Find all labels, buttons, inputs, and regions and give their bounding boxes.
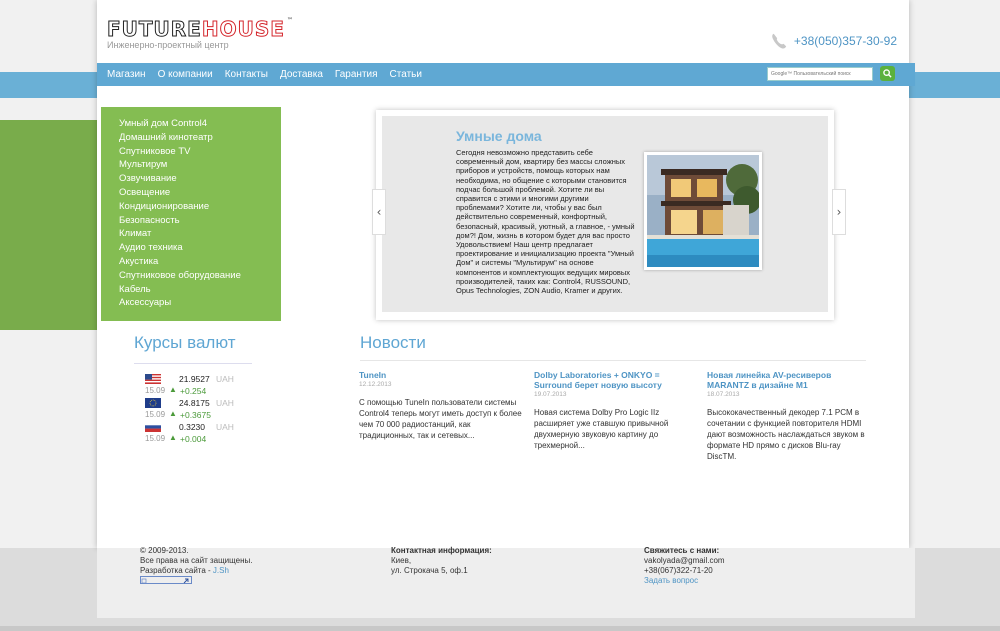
visit-counter[interactable]: [140, 576, 192, 584]
news-body: Новая система Dolby Pro Logic IIz расшир…: [534, 408, 669, 450]
news-headline[interactable]: Новая линейка AV-ресиверов MARANTZ в диз…: [707, 370, 872, 390]
currency-date: 15.09: [145, 434, 166, 443]
logo-house: HOUSE: [201, 17, 285, 42]
category-item[interactable]: Домашний кинотеатр: [119, 131, 281, 145]
currency-unit: UAH: [216, 398, 234, 408]
currency-divider: [134, 363, 252, 364]
category-item[interactable]: Освещение: [119, 186, 281, 200]
contact-address: ул. Строкача 5, оф.1: [391, 566, 468, 575]
currency-title: Курсы валют: [134, 333, 236, 352]
category-item[interactable]: Акустика: [119, 255, 281, 269]
nav-item-contacts[interactable]: Контакты: [225, 69, 268, 80]
category-item[interactable]: Безопасность: [119, 214, 281, 228]
news-item: Dolby Laboratories + ONKYO = Surround бе…: [534, 370, 699, 451]
slide-title[interactable]: Умные дома: [456, 128, 542, 144]
contact-title: Контактная информация:: [391, 546, 492, 555]
currency-date: 15.09: [145, 386, 166, 395]
up-arrow-icon: ▲: [169, 385, 177, 394]
currency-unit: UAH: [216, 422, 234, 432]
category-item[interactable]: Аксессуары: [119, 296, 281, 310]
news-headline[interactable]: Dolby Laboratories + ONKYO = Surround бе…: [534, 370, 699, 390]
ru-flag-icon: [145, 422, 161, 432]
slide: Умные дома Сегодня невозможно представит…: [382, 116, 828, 312]
footer-contact: Контактная информация: Киев, ул. Строкач…: [391, 546, 492, 576]
developer-credit: Разработка сайта - J.Sh: [140, 566, 252, 576]
news-headline[interactable]: TuneIn: [359, 370, 524, 380]
news-date: 12.12.2013: [359, 381, 392, 388]
news-title: Новости: [360, 333, 426, 352]
category-item[interactable]: Озвучивание: [119, 172, 281, 186]
news-date: 19.07.2013: [534, 391, 567, 398]
search-icon: [883, 69, 892, 78]
green-band: [0, 120, 100, 330]
nav-item-warranty[interactable]: Гарантия: [335, 69, 378, 80]
bottom-line: [0, 626, 1000, 631]
category-item[interactable]: Умный дом Control4: [119, 117, 281, 131]
nav-item-articles[interactable]: Статьи: [390, 69, 422, 80]
phone-number: +38(050)357-30-92: [793, 34, 897, 48]
copyright-text: © 2009-2013.: [140, 546, 189, 555]
eu-flag-icon: [145, 398, 161, 408]
currency-delta: +0.3675: [180, 410, 211, 420]
footer-copyright: © 2009-2013. Все права на сайт защищены.…: [140, 546, 252, 587]
developer-prefix: Разработка сайта -: [140, 566, 213, 575]
header-phone: +38(050)357-30-92: [770, 32, 897, 50]
contact-phone: +38(067)322-71-20: [644, 566, 713, 575]
house-photo[interactable]: [644, 152, 762, 270]
slider-prev-button[interactable]: ‹: [372, 189, 386, 235]
house-image: [647, 155, 759, 267]
nav-item-delivery[interactable]: Доставка: [280, 69, 323, 80]
slide-text: Сегодня невозможно представить себе совр…: [456, 148, 635, 296]
logo-text: FUTUREHOUSE ™: [107, 17, 294, 42]
category-item[interactable]: Мультирум: [119, 158, 281, 172]
tagline: Инженерно-проектный центр: [107, 40, 229, 50]
rights-text: Все права на сайт защищены.: [140, 556, 253, 565]
developer-link[interactable]: J.Sh: [213, 566, 229, 575]
up-arrow-icon: ▲: [169, 433, 177, 442]
site-logo[interactable]: FUTUREHOUSE ™: [107, 17, 294, 42]
ask-question-link[interactable]: Задать вопрос: [644, 576, 725, 586]
news-body: Высококачественный декодер 7.1 PCM в соч…: [707, 408, 865, 461]
currency-rate: 21.9527: [179, 374, 210, 384]
category-menu: Умный дом Control4 Домашний кинотеатр Сп…: [101, 107, 281, 321]
category-item[interactable]: Аудио техника: [119, 241, 281, 255]
currency-rate: 24.8175: [179, 398, 210, 408]
logo-future: FUTURE: [107, 17, 202, 42]
currency-unit: UAH: [216, 374, 234, 384]
news-item: TuneIn 12.12.2013 С помощью TuneIn польз…: [359, 370, 524, 441]
footer-connect: Свяжитесь с нами: vakolyada@gmail.com +3…: [644, 546, 725, 586]
category-item[interactable]: Спутниковое TV: [119, 145, 281, 159]
us-flag-icon: [145, 374, 161, 384]
logo-tm: ™: [286, 17, 294, 24]
main-nav: Магазин О компании Контакты Доставка Гар…: [97, 63, 915, 86]
category-item[interactable]: Спутниковое оборудование: [119, 269, 281, 283]
slider-next-button[interactable]: ›: [832, 189, 846, 235]
counter-icon: [141, 578, 189, 584]
currency-delta: +0.004: [180, 434, 207, 444]
up-arrow-icon: ▲: [169, 409, 177, 418]
currency-delta: +0.254: [180, 386, 207, 396]
search-input[interactable]: Google™ Пользовательский поиск: [767, 67, 873, 81]
category-item[interactable]: Кондиционирование: [119, 200, 281, 214]
currency-date: 15.09: [145, 410, 166, 419]
news-date: 18.07.2013: [707, 391, 740, 398]
search-button[interactable]: [880, 66, 895, 81]
news-item: Новая линейка AV-ресиверов MARANTZ в диз…: [707, 370, 872, 462]
contact-email[interactable]: vakolyada@gmail.com: [644, 556, 725, 566]
news-body: С помощью TuneIn пользователи системы Co…: [359, 398, 522, 440]
connect-title: Свяжитесь с нами:: [644, 546, 720, 555]
category-item[interactable]: Кабель: [119, 283, 281, 297]
contact-city: Киев,: [391, 556, 412, 565]
news-divider: [360, 360, 866, 361]
category-item[interactable]: Климат: [119, 227, 281, 241]
currency-rate: 0.3230: [179, 422, 205, 432]
phone-icon: [772, 33, 787, 49]
feature-slider: Умные дома Сегодня невозможно представит…: [372, 110, 846, 320]
nav-item-about[interactable]: О компании: [158, 69, 213, 80]
nav-item-shop[interactable]: Магазин: [107, 69, 146, 80]
